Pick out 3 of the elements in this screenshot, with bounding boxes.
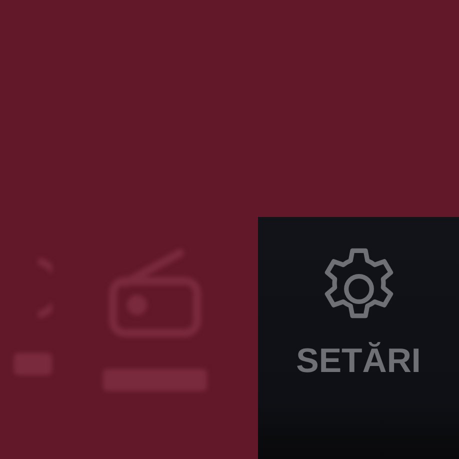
menu-tile[interactable]: SETĂRI — [258, 217, 459, 459]
tile-label: SETĂRI — [296, 341, 421, 381]
blurred-label-bar — [14, 353, 52, 375]
